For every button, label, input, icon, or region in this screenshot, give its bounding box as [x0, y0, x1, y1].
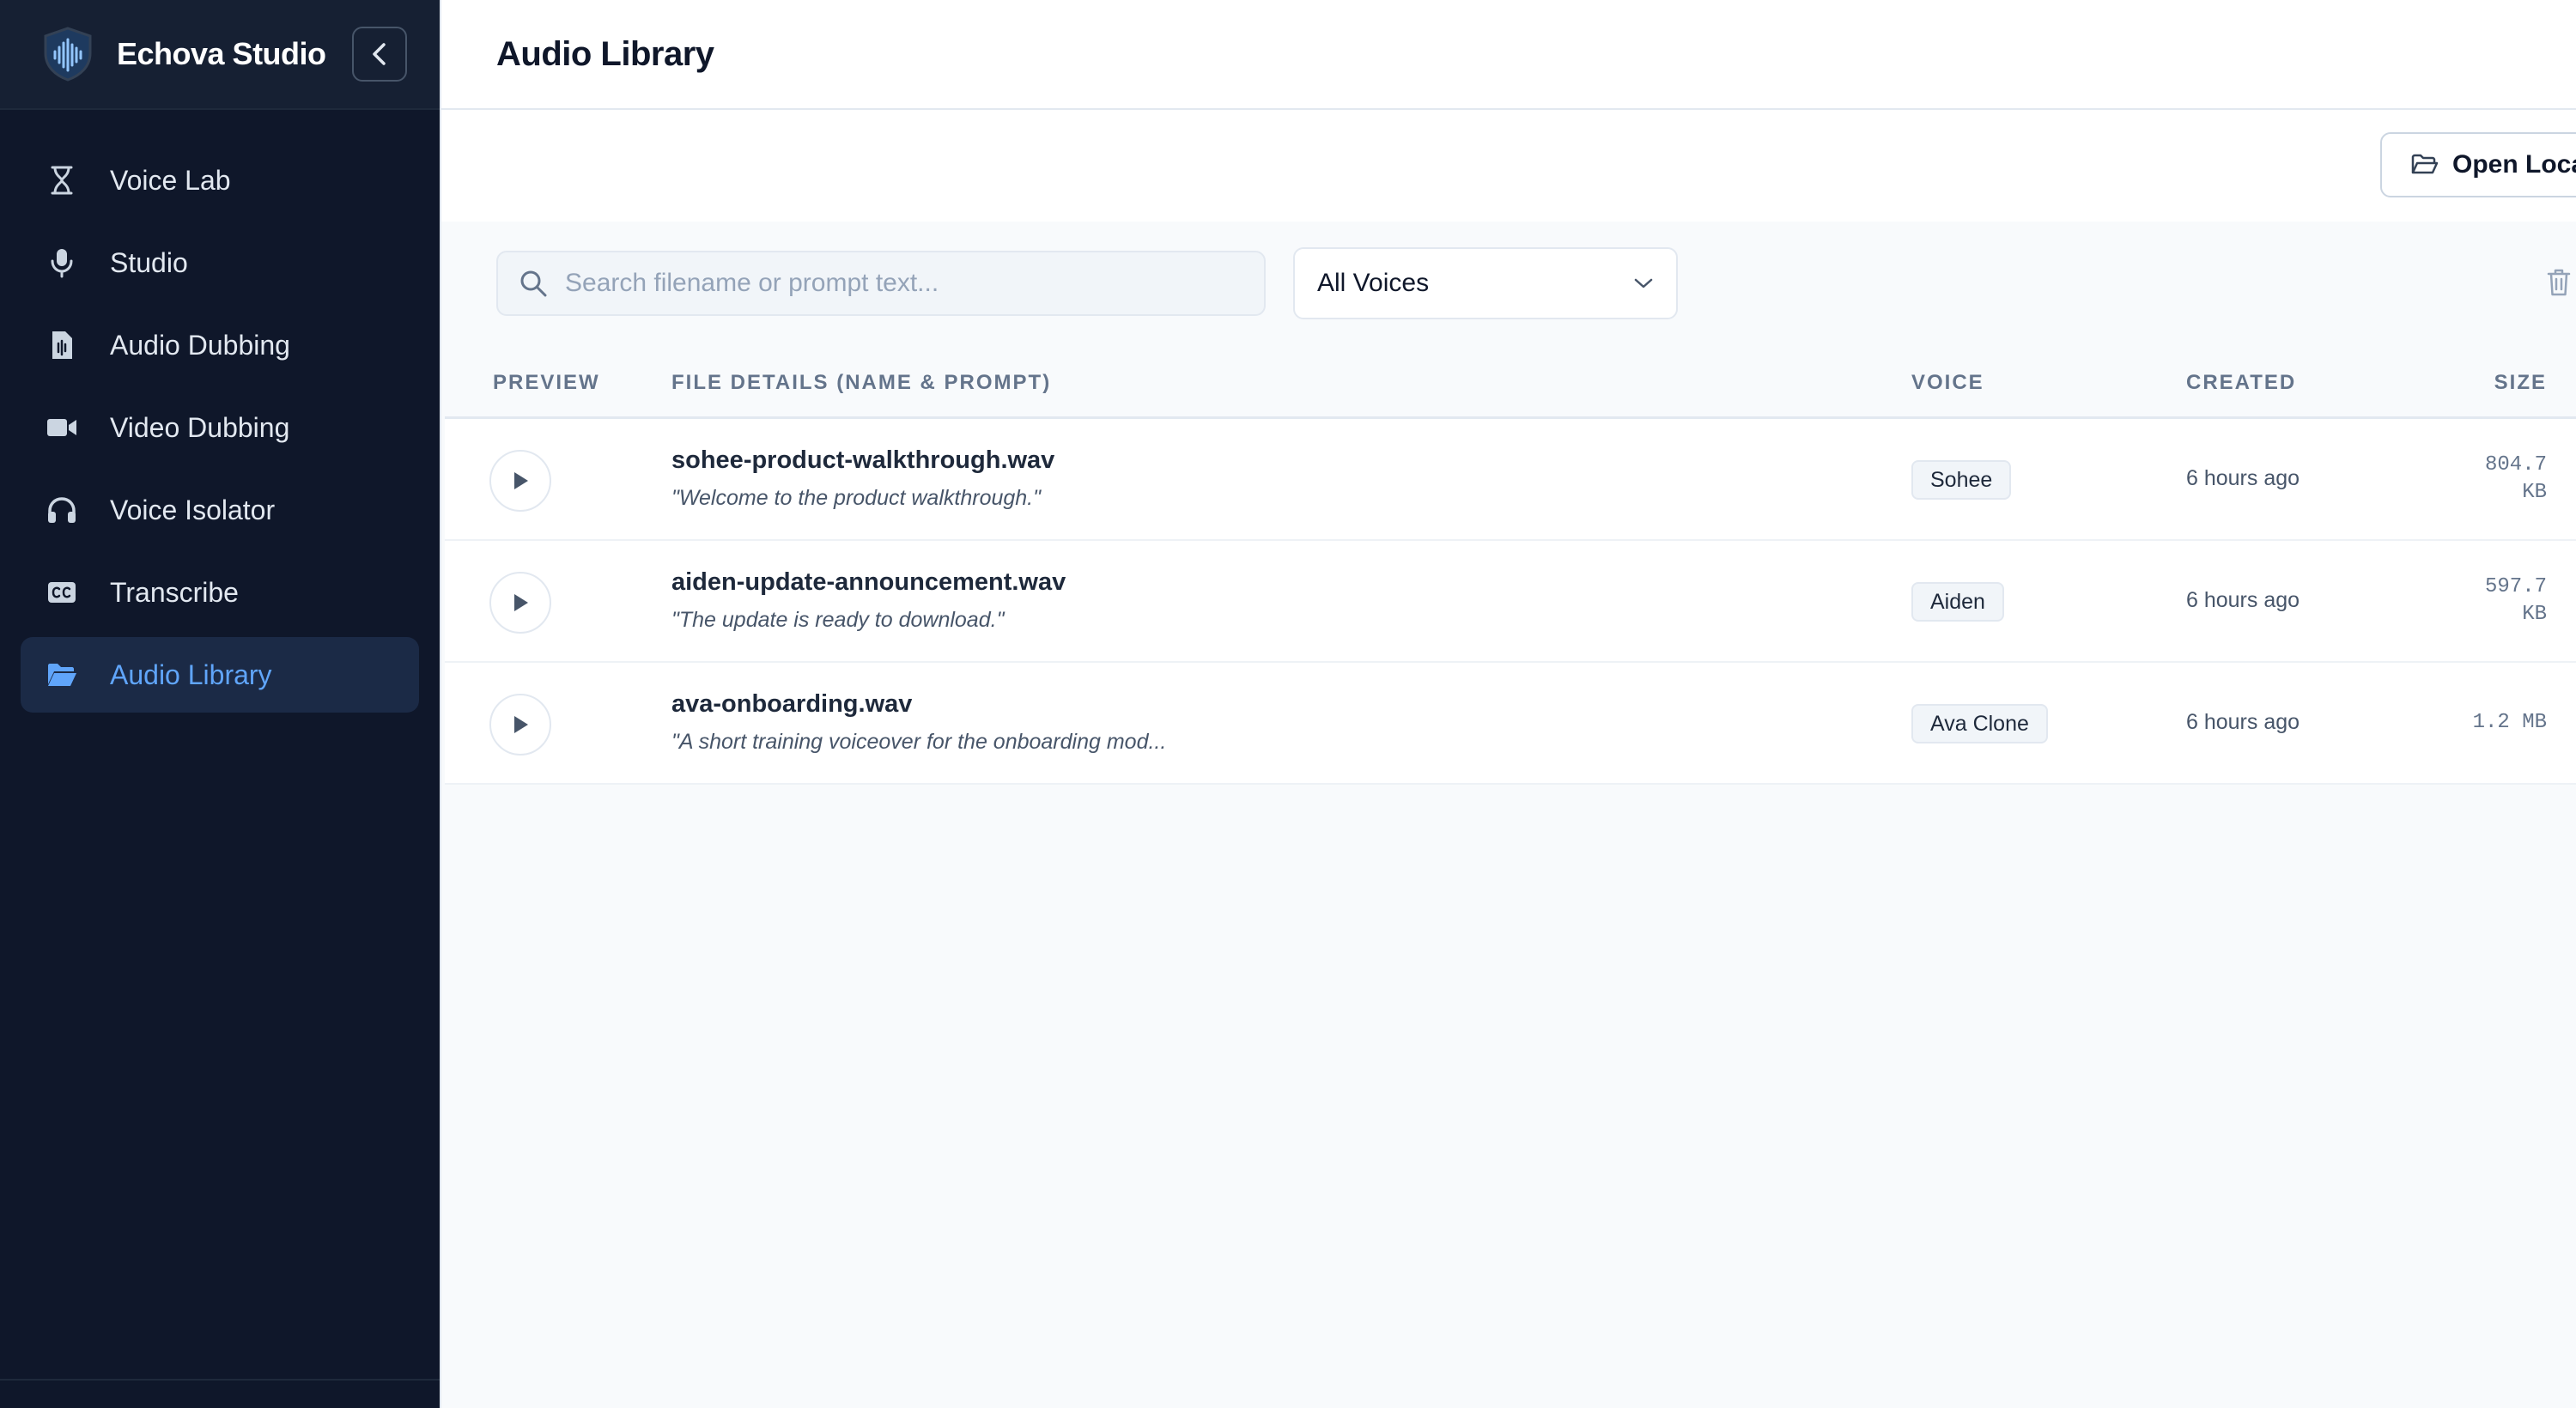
play-preview-button[interactable] — [489, 572, 551, 634]
voice-badge: Ava Clone — [1911, 704, 2048, 743]
shield-waveform-logo-icon — [39, 26, 96, 82]
brand-name: Echova Studio — [117, 36, 326, 71]
file-size-unit: KB — [2522, 603, 2547, 626]
sidebar-item-label: Studio — [110, 246, 188, 278]
file-prompt: "The update is ready to download." — [671, 608, 1005, 632]
folder-open-icon — [46, 659, 77, 690]
column-header-voice: VOICE — [1911, 371, 1984, 394]
file-size-unit: KB — [2522, 481, 2547, 504]
voice-badge: Aiden — [1911, 582, 2004, 622]
column-header-size: SIZE — [2494, 371, 2547, 394]
sidebar-item-label: Voice Lab — [110, 164, 231, 196]
actions-bar: Open Loca — [441, 110, 2576, 222]
created-time: 6 hours ago — [2186, 466, 2300, 490]
play-preview-button[interactable] — [489, 450, 551, 512]
page-header: Audio Library — [441, 0, 2576, 110]
file-prompt: "Welcome to the product walkthrough." — [671, 486, 1042, 510]
play-preview-button[interactable] — [489, 694, 551, 756]
sidebar: Echova Studio Voice Lab Studio Audio Dub… — [0, 0, 440, 1408]
sidebar-item-studio[interactable]: Studio — [21, 225, 419, 300]
filter-bar: All Voices — [441, 222, 2576, 347]
file-name: sohee-product-walkthrough.wav — [671, 446, 1055, 474]
column-header-preview: PREVIEW — [493, 371, 600, 394]
audio-files-table: PREVIEW FILE DETAILS (NAME & PROMPT) VOI… — [445, 347, 2576, 785]
delete-button[interactable] — [2547, 268, 2576, 302]
search-input[interactable] — [565, 269, 1235, 298]
file-name: ava-onboarding.wav — [671, 690, 913, 718]
table-row[interactable]: sohee-product-walkthrough.wav "Welcome t… — [445, 419, 2576, 541]
hourglass-icon — [46, 165, 77, 196]
sidebar-item-video-dubbing[interactable]: Video Dubbing — [21, 390, 419, 465]
file-size-value: 804.7 — [2484, 453, 2547, 476]
folder-open-icon — [2411, 154, 2439, 174]
voice-badge: Sohee — [1911, 460, 2012, 500]
sidebar-item-audio-library[interactable]: Audio Library — [21, 637, 419, 713]
open-local-folder-button[interactable]: Open Loca — [2380, 132, 2576, 197]
sidebar-header: Echova Studio — [0, 0, 440, 110]
video-camera-icon — [46, 412, 77, 443]
search-icon — [520, 270, 547, 297]
voice-filter-value: All Voices — [1317, 269, 1430, 297]
play-icon — [514, 472, 528, 489]
sidebar-item-audio-dubbing[interactable]: Audio Dubbing — [21, 307, 419, 383]
sidebar-item-voice-isolator[interactable]: Voice Isolator — [21, 472, 419, 548]
play-icon — [514, 594, 528, 611]
file-size: 804.7 KB — [2435, 452, 2547, 507]
sidebar-item-label: Audio Library — [110, 658, 272, 690]
table-row[interactable]: ava-onboarding.wav "A short training voi… — [445, 663, 2576, 785]
column-header-file-details: FILE DETAILS (NAME & PROMPT) — [671, 371, 1052, 394]
file-size-value: 1.2 MB — [2472, 711, 2547, 734]
headphones-icon — [46, 495, 77, 525]
page-title: Audio Library — [496, 34, 714, 73]
created-time: 6 hours ago — [2186, 710, 2300, 734]
sidebar-item-label: Video Dubbing — [110, 411, 290, 443]
file-name: aiden-update-announcement.wav — [671, 568, 1066, 596]
sidebar-item-label: Audio Dubbing — [110, 329, 290, 361]
chevron-left-icon — [372, 43, 386, 65]
voice-filter-select[interactable]: All Voices — [1293, 247, 1678, 319]
play-icon — [514, 716, 528, 733]
open-local-button-label: Open Loca — [2452, 150, 2576, 179]
main-content: Audio Library Open Loca All Voices — [440, 0, 2576, 1408]
sidebar-footer-divider — [0, 1379, 440, 1381]
audio-file-icon — [46, 330, 77, 361]
closed-captions-icon — [46, 577, 77, 608]
collapse-sidebar-button[interactable] — [351, 27, 407, 82]
sidebar-item-label: Transcribe — [110, 576, 239, 608]
file-size: 597.7 KB — [2435, 574, 2547, 628]
sidebar-nav: Voice Lab Studio Audio Dubbing Video Dub… — [0, 110, 440, 713]
sidebar-item-label: Voice Isolator — [110, 494, 276, 525]
column-header-created: CREATED — [2186, 371, 2297, 394]
search-box — [496, 251, 1266, 316]
file-prompt: "A short training voiceover for the onbo… — [671, 730, 1167, 754]
microphone-icon — [46, 247, 77, 278]
file-size-value: 597.7 — [2484, 575, 2547, 598]
chevron-down-icon — [1634, 278, 1653, 288]
file-size: 1.2 MB — [2435, 709, 2547, 737]
sidebar-item-transcribe[interactable]: Transcribe — [21, 555, 419, 630]
table-header: PREVIEW FILE DETAILS (NAME & PROMPT) VOI… — [445, 347, 2576, 419]
created-time: 6 hours ago — [2186, 588, 2300, 612]
trash-icon — [2547, 269, 2571, 296]
sidebar-item-voice-lab[interactable]: Voice Lab — [21, 143, 419, 218]
table-row[interactable]: aiden-update-announcement.wav "The updat… — [445, 541, 2576, 663]
